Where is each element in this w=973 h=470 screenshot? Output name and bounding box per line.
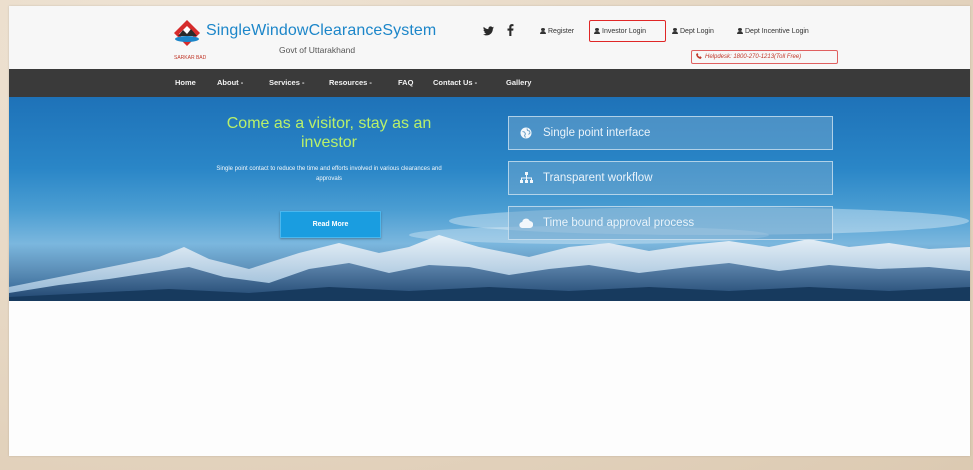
facebook-icon[interactable] (507, 24, 514, 39)
nav-gallery[interactable]: Gallery (506, 78, 531, 87)
dept-incentive-login-link[interactable]: Dept Incentive Login (737, 28, 809, 35)
nav-faq[interactable]: FAQ (398, 78, 413, 87)
feature-label: Single point interface (543, 127, 651, 139)
investor-login-label: Investor Login (602, 28, 646, 35)
feature-label: Transparent workflow (543, 172, 653, 184)
cloud-icon (519, 216, 533, 230)
globe-icon (519, 126, 533, 140)
twitter-icon[interactable] (483, 26, 494, 39)
register-label: Register (548, 28, 575, 35)
feature-transparent-workflow[interactable]: Transparent workflow (508, 161, 833, 195)
site-subtitle: Govt of Uttarakhand (279, 45, 356, 55)
helpdesk-badge[interactable]: Helpdesk: 1800-270-1213(Toll Free) (691, 50, 838, 64)
nav-contact[interactable]: Contact Us - (433, 78, 477, 87)
nav-resources[interactable]: Resources - (329, 78, 372, 87)
logo-caption: SARKAR BAD (174, 55, 207, 61)
dept-login-label: Dept Login (680, 28, 714, 35)
investor-login-link[interactable]: Investor Login (594, 28, 646, 35)
user-icon (594, 28, 600, 35)
read-more-button[interactable]: Read More (280, 211, 381, 238)
hero-headline: Come as a visitor, stay as an investor (226, 115, 432, 151)
main-nav: Home About - Services - Resources - FAQ … (9, 69, 970, 97)
dept-incentive-login-label: Dept Incentive Login (745, 28, 809, 35)
logo-icon[interactable] (172, 18, 202, 56)
hero-banner: Come as a visitor, stay as an investor S… (9, 97, 970, 301)
site-brand[interactable]: SingleWindowClearanceSystem (206, 22, 436, 40)
nav-home[interactable]: Home (175, 78, 196, 87)
phone-icon (696, 53, 702, 61)
feature-single-point-interface[interactable]: Single point interface (508, 116, 833, 150)
content-area (9, 301, 970, 456)
nav-services[interactable]: Services - (269, 78, 304, 87)
nav-about[interactable]: About - (217, 78, 243, 87)
site-header: SingleWindowClearanceSystem Govt of Utta… (9, 6, 970, 69)
sitemap-icon (519, 171, 533, 185)
user-icon (540, 28, 546, 35)
register-link[interactable]: Register (540, 28, 574, 35)
helpdesk-text: Helpdesk: 1800-270-1213(Toll Free) (705, 54, 802, 60)
feature-label: Time bound approval process (543, 217, 695, 229)
browser-page: SingleWindowClearanceSystem Govt of Utta… (9, 6, 970, 456)
hero-description: Single point contact to reduce the time … (216, 166, 442, 182)
feature-time-bound-approval[interactable]: Time bound approval process (508, 206, 833, 240)
user-icon (737, 28, 743, 35)
user-icon (672, 28, 678, 35)
dept-login-link[interactable]: Dept Login (672, 28, 714, 35)
